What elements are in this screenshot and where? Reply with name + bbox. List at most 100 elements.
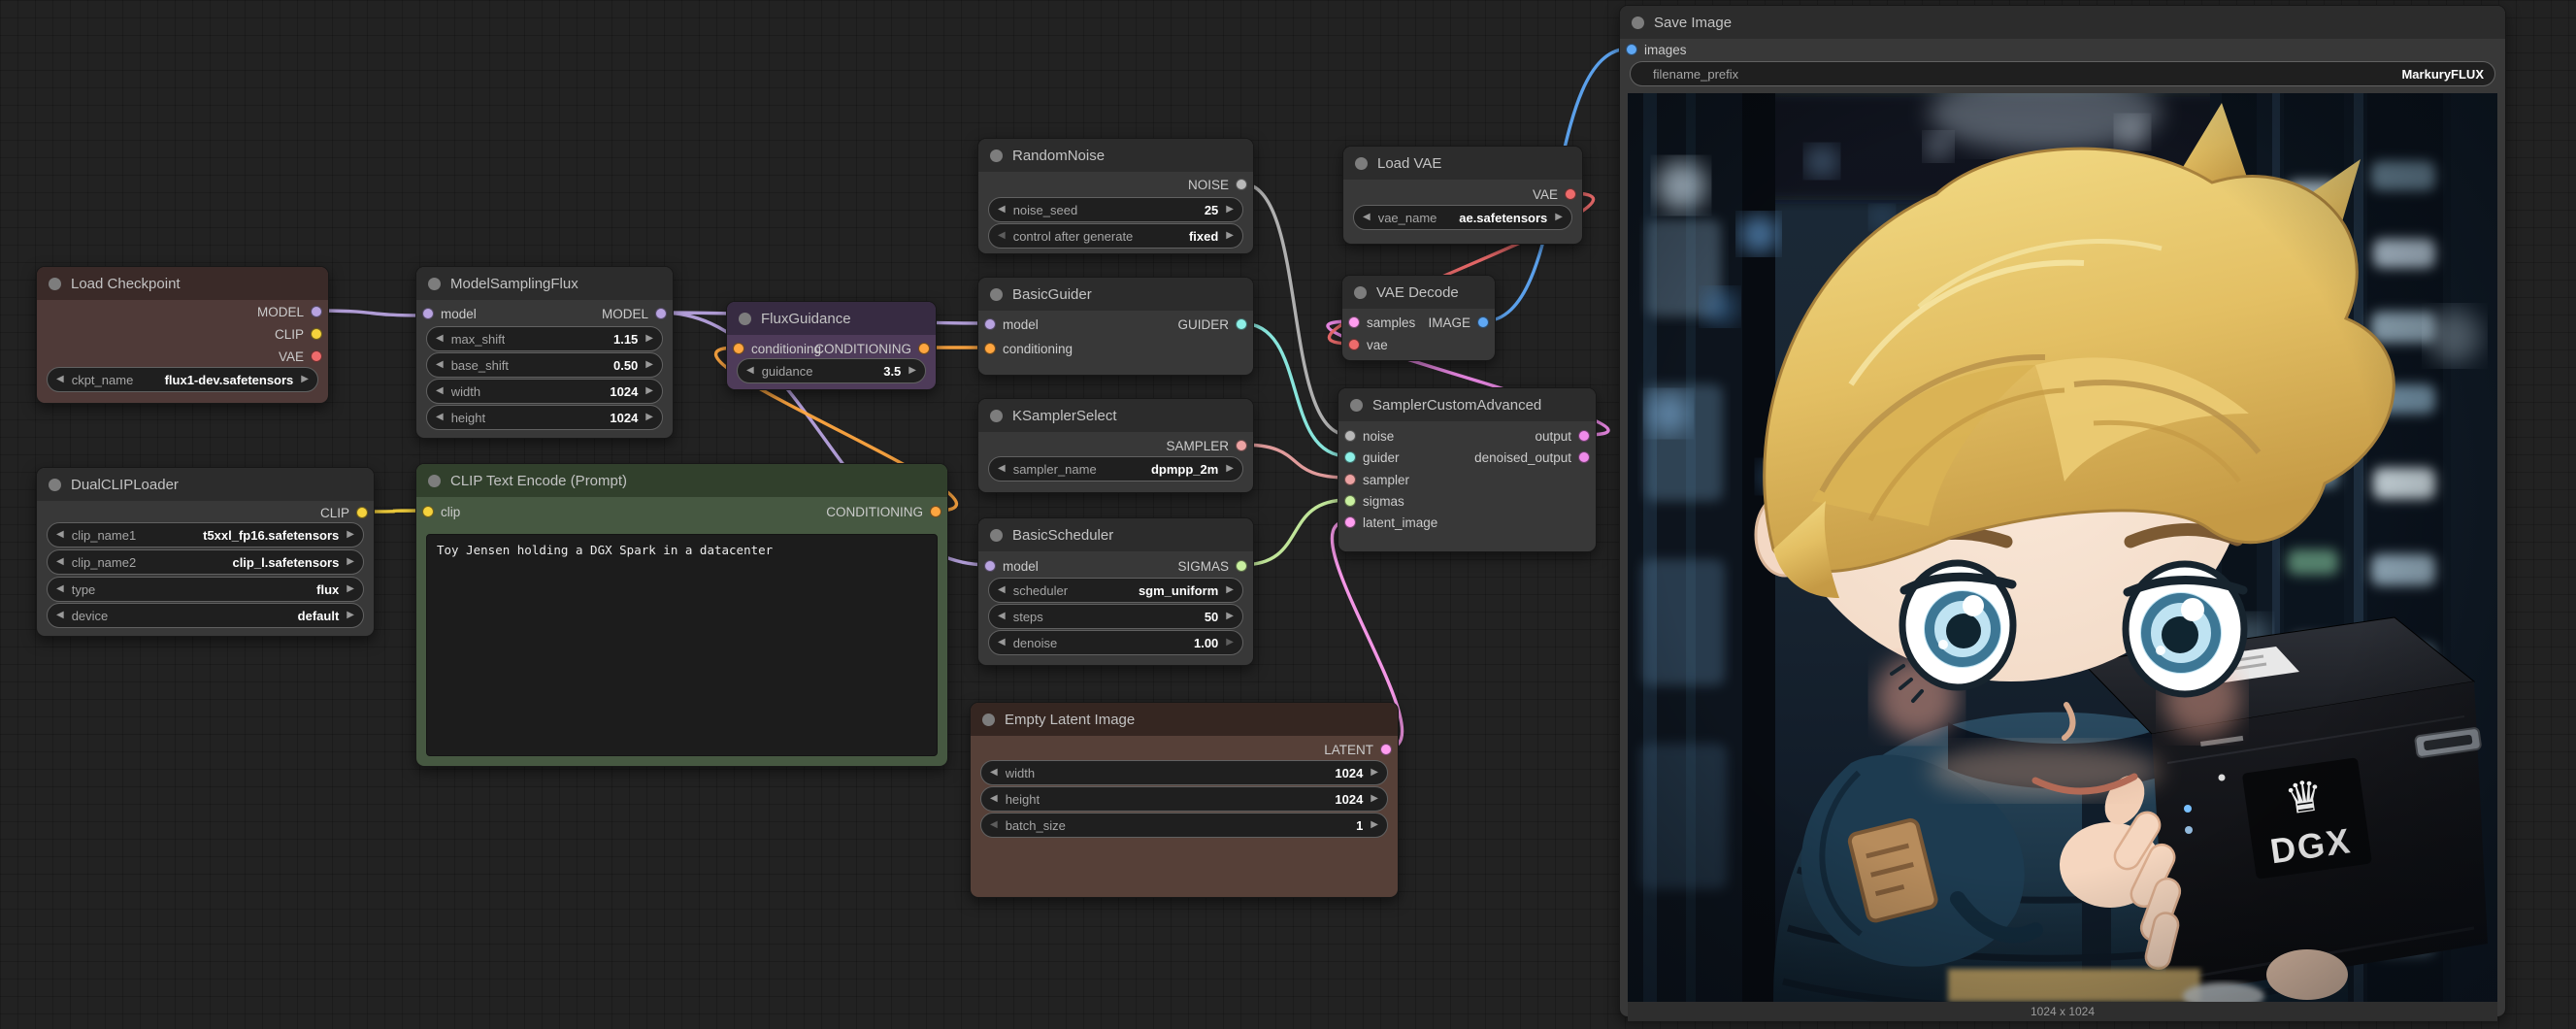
- collapse-dot-icon[interactable]: [49, 278, 61, 290]
- latent-port-dot[interactable]: [1344, 516, 1356, 528]
- vae-port-dot[interactable]: [1565, 188, 1576, 200]
- right-arrow-icon[interactable]: ▶: [347, 530, 354, 540]
- conditioning-port-dot[interactable]: [733, 343, 744, 354]
- node-model-sampling-flux[interactable]: ModelSamplingFlux model MODEL ◀ max_shif…: [415, 266, 674, 439]
- left-arrow-icon[interactable]: ◀: [998, 612, 1006, 621]
- node-header[interactable]: FluxGuidance: [727, 302, 936, 335]
- collapse-dot-icon[interactable]: [990, 410, 1003, 422]
- left-arrow-icon[interactable]: ◀: [436, 413, 444, 422]
- left-arrow-icon[interactable]: ◀: [436, 334, 444, 344]
- model-port-dot[interactable]: [655, 308, 667, 319]
- widget-clip-name1[interactable]: ◀ clip_name1 t5xxl_fp16.safetensors ▶: [47, 522, 364, 548]
- output-denoised-output[interactable]: denoised_output: [1474, 448, 1590, 466]
- collapse-dot-icon[interactable]: [1355, 157, 1368, 170]
- right-arrow-icon[interactable]: ▶: [1226, 231, 1234, 241]
- sampler-port-dot[interactable]: [1236, 440, 1247, 451]
- collapse-dot-icon[interactable]: [49, 479, 61, 491]
- left-arrow-icon[interactable]: ◀: [56, 611, 64, 620]
- left-arrow-icon[interactable]: ◀: [56, 530, 64, 540]
- left-arrow-icon[interactable]: ◀: [436, 386, 444, 396]
- right-arrow-icon[interactable]: ▶: [1226, 205, 1234, 215]
- input-guider[interactable]: guider: [1344, 448, 1400, 466]
- widget-vae-name[interactable]: ◀ vae_name ae.safetensors ▶: [1353, 205, 1572, 230]
- widget-device[interactable]: ◀ device default ▶: [47, 603, 364, 628]
- node-random-noise[interactable]: RandomNoise NOISE ◀ noise_seed 25 ▶ ◀ co…: [977, 138, 1254, 254]
- right-arrow-icon[interactable]: ▶: [645, 413, 653, 422]
- node-header[interactable]: VAE Decode: [1342, 276, 1495, 309]
- right-arrow-icon[interactable]: ▶: [908, 366, 916, 376]
- left-arrow-icon[interactable]: ◀: [56, 557, 64, 567]
- model-port-dot[interactable]: [984, 560, 996, 572]
- left-arrow-icon[interactable]: ◀: [1363, 213, 1371, 222]
- node-header[interactable]: SamplerCustomAdvanced: [1338, 388, 1596, 421]
- widget-guidance[interactable]: ◀ guidance 3.5 ▶: [737, 358, 926, 383]
- latent-output-port-dot[interactable]: [1578, 430, 1590, 442]
- widget-denoise[interactable]: ◀ denoise 1.00 ▶: [988, 630, 1243, 655]
- conditioning-port-dot[interactable]: [930, 506, 941, 517]
- left-arrow-icon[interactable]: ◀: [56, 584, 64, 594]
- right-arrow-icon[interactable]: ▶: [645, 386, 653, 396]
- input-noise[interactable]: noise: [1344, 427, 1394, 445]
- vae-port-dot[interactable]: [1348, 339, 1360, 350]
- output-sampler[interactable]: SAMPLER: [1166, 437, 1247, 454]
- output-model[interactable]: MODEL: [602, 305, 667, 322]
- right-arrow-icon[interactable]: ▶: [1226, 612, 1234, 621]
- collapse-dot-icon[interactable]: [428, 278, 441, 290]
- output-image[interactable]: IMAGE: [1428, 314, 1489, 331]
- right-arrow-icon[interactable]: ▶: [347, 557, 354, 567]
- output-noise[interactable]: NOISE: [1188, 176, 1247, 193]
- vae-port-dot[interactable]: [311, 350, 322, 362]
- widget-max-shift[interactable]: ◀ max_shift 1.15 ▶: [426, 326, 663, 351]
- left-arrow-icon[interactable]: ◀: [998, 585, 1006, 595]
- node-header[interactable]: KSamplerSelect: [978, 399, 1253, 432]
- collapse-dot-icon[interactable]: [739, 313, 751, 325]
- image-port-dot[interactable]: [1477, 316, 1489, 328]
- latent-port-dot[interactable]: [1348, 316, 1360, 328]
- node-header[interactable]: BasicScheduler: [978, 518, 1253, 551]
- node-header[interactable]: Save Image: [1620, 6, 2505, 39]
- input-sigmas[interactable]: sigmas: [1344, 492, 1404, 510]
- left-arrow-icon[interactable]: ◀: [436, 360, 444, 370]
- widget-batch-size[interactable]: ◀ batch_size 1 ▶: [980, 813, 1388, 838]
- right-arrow-icon[interactable]: ▶: [1371, 820, 1378, 830]
- right-arrow-icon[interactable]: ▶: [1555, 213, 1563, 222]
- collapse-dot-icon[interactable]: [982, 714, 995, 726]
- right-arrow-icon[interactable]: ▶: [645, 360, 653, 370]
- output-vae[interactable]: VAE: [1533, 185, 1576, 203]
- output-latent[interactable]: LATENT: [1324, 741, 1392, 758]
- sigmas-port-dot[interactable]: [1236, 560, 1247, 572]
- left-arrow-icon[interactable]: ◀: [990, 768, 998, 778]
- collapse-dot-icon[interactable]: [1350, 399, 1363, 412]
- node-ksampler-select[interactable]: KSamplerSelect SAMPLER ◀ sampler_name dp…: [977, 398, 1254, 493]
- widget-height[interactable]: ◀ height 1024 ▶: [980, 786, 1388, 812]
- output-sigmas[interactable]: SIGMAS: [1177, 557, 1247, 575]
- collapse-dot-icon[interactable]: [428, 475, 441, 487]
- node-dual-clip-loader[interactable]: DualCLIPLoader CLIP ◀ clip_name1 t5xxl_f…: [36, 467, 375, 637]
- input-conditioning[interactable]: conditioning: [984, 340, 1073, 357]
- node-flux-guidance[interactable]: FluxGuidance conditioning CONDITIONING ◀…: [726, 301, 937, 390]
- output-guider[interactable]: GUIDER: [1177, 315, 1247, 333]
- collapse-dot-icon[interactable]: [990, 288, 1003, 301]
- model-port-dot[interactable]: [311, 306, 322, 317]
- node-load-vae[interactable]: Load VAE VAE ◀ vae_name ae.safetensors ▶: [1342, 146, 1583, 245]
- input-vae[interactable]: vae: [1348, 336, 1388, 353]
- conditioning-port-dot[interactable]: [918, 343, 930, 354]
- left-arrow-icon[interactable]: ◀: [990, 794, 998, 804]
- output-output[interactable]: output: [1535, 427, 1590, 445]
- widget-height[interactable]: ◀ height 1024 ▶: [426, 405, 663, 430]
- noise-port-dot[interactable]: [1344, 430, 1356, 442]
- clip-port-dot[interactable]: [422, 506, 434, 517]
- clip-port-dot[interactable]: [311, 328, 322, 340]
- node-header[interactable]: Load Checkpoint: [37, 267, 328, 300]
- widget-steps[interactable]: ◀ steps 50 ▶: [988, 604, 1243, 629]
- output-clip[interactable]: CLIP: [320, 504, 368, 521]
- guider-port-dot[interactable]: [1344, 451, 1356, 463]
- input-model[interactable]: model: [984, 557, 1039, 575]
- right-arrow-icon[interactable]: ▶: [1226, 638, 1234, 647]
- output-conditioning[interactable]: CONDITIONING: [814, 340, 930, 357]
- right-arrow-icon[interactable]: ▶: [301, 375, 309, 384]
- collapse-dot-icon[interactable]: [1632, 17, 1644, 29]
- output-conditioning[interactable]: CONDITIONING: [826, 503, 941, 520]
- input-model[interactable]: model: [984, 315, 1039, 333]
- node-header[interactable]: DualCLIPLoader: [37, 468, 374, 501]
